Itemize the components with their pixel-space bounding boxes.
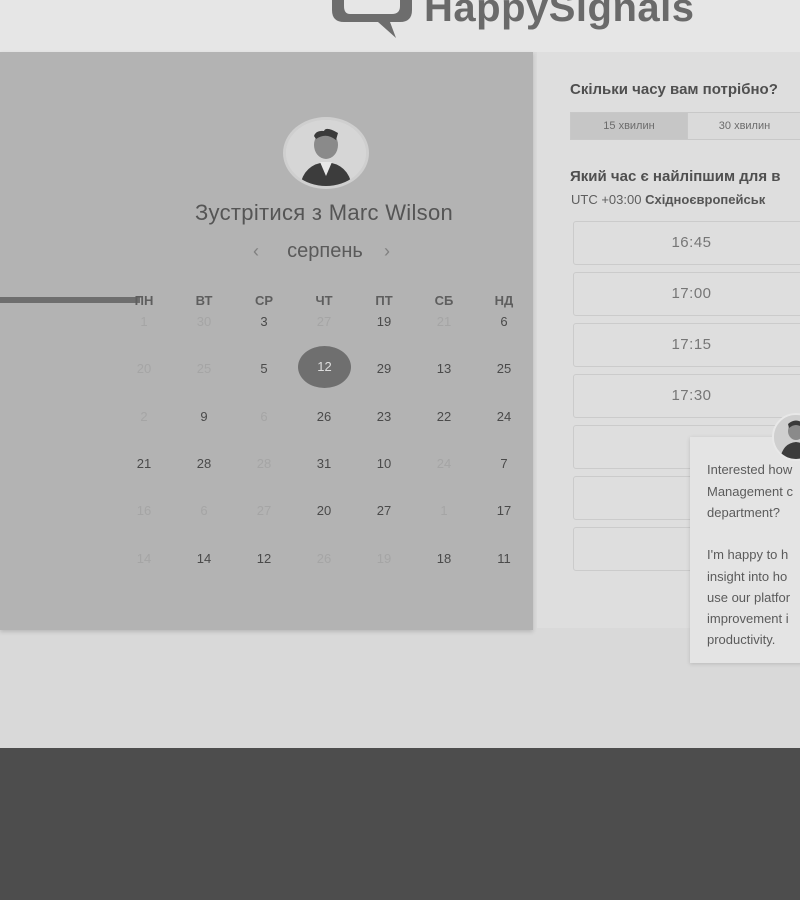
weekday-label: ЧТ [315, 293, 333, 308]
chat-text-line: department? [707, 505, 780, 520]
calendar-day: 6 [260, 409, 268, 424]
timezone-name: Східноєвропейськ [645, 192, 766, 207]
calendar-day: 28 [256, 456, 272, 471]
brand-logo-text: HappySignals [424, 0, 695, 30]
chat-text-line: improvement i [707, 611, 789, 626]
timezone-label[interactable]: UTC +03:00 Східноєвропейськ [571, 192, 765, 207]
weekday-label: НД [494, 293, 514, 308]
month-navigation: ‹ серпень › [250, 240, 400, 266]
weekday-label: ПТ [375, 293, 393, 308]
calendar-day: 1 [140, 314, 148, 329]
time-slot-button[interactable]: 17:30 [573, 374, 800, 418]
calendar-day: 6 [200, 503, 208, 518]
calendar-day[interactable]: 17 [484, 503, 524, 518]
time-slot-button[interactable]: 17:00 [573, 272, 800, 316]
weekday-label: ВТ [195, 293, 213, 308]
duration-15-button[interactable]: 15 хвилин [570, 112, 688, 140]
calendar-day[interactable]: 29 [364, 361, 404, 376]
calendar-day: 19 [376, 551, 392, 566]
chat-text-line: use our platfor [707, 590, 791, 605]
time-question: Який час є найліпшим для в [570, 168, 781, 185]
calendar-day-label: 12 [317, 359, 332, 374]
calendar-day: 27 [316, 314, 332, 329]
weekday-label: СР [254, 293, 274, 308]
timezone-offset: UTC +03:00 [571, 192, 642, 207]
calendar-day[interactable]: 19 [364, 314, 404, 329]
calendar-day: 24 [436, 456, 452, 471]
host-avatar [283, 117, 369, 189]
chat-text-line: productivity. [707, 632, 776, 647]
duration-question: Скільки часу вам потрібно? [570, 81, 778, 98]
page-footer-band [0, 748, 800, 900]
calendar-day: 20 [136, 361, 152, 376]
calendar-day: 26 [316, 551, 332, 566]
top-header: HappySignals [0, 0, 800, 52]
calendar-day[interactable]: 13 [424, 361, 464, 376]
calendar-day[interactable]: 22 [424, 409, 464, 424]
calendar-day[interactable]: 21 [124, 456, 164, 471]
month-label: серпень [287, 240, 363, 262]
calendar-day[interactable]: 5 [244, 361, 284, 376]
calendar-day: 2 [140, 409, 148, 424]
calendar-day[interactable]: 6 [484, 314, 524, 329]
calendar-panel [0, 52, 533, 630]
weekday-label: СБ [434, 293, 454, 308]
calendar-day[interactable]: 25 [484, 361, 524, 376]
time-slot-button[interactable]: 16:45 [573, 221, 800, 265]
person-photo-icon [286, 120, 366, 186]
calendar-day[interactable]: 18 [424, 551, 464, 566]
chat-text-line: I'm happy to h [707, 547, 789, 562]
calendar-day[interactable]: 26 [304, 409, 344, 424]
duration-30-button[interactable]: 30 хвилин [687, 112, 800, 140]
time-slot-button[interactable]: 17:15 [573, 323, 800, 367]
person-photo-icon [774, 415, 800, 459]
calendar-day[interactable]: 24 [484, 409, 524, 424]
calendar-day[interactable]: 7 [484, 456, 524, 471]
chat-text-line: Interested how [707, 462, 793, 477]
calendar-day[interactable]: 3 [244, 314, 284, 329]
calendar-day[interactable]: 20 [304, 503, 344, 518]
calendar-day[interactable]: 9 [184, 409, 224, 424]
calendar-day: 30 [196, 314, 212, 329]
calendar-day[interactable]: 14 [184, 551, 224, 566]
calendar-day: 21 [436, 314, 452, 329]
calendar-day[interactable]: 28 [184, 456, 224, 471]
calendar-day: 25 [196, 361, 212, 376]
calendar-day[interactable]: 10 [364, 456, 404, 471]
calendar-day[interactable]: 23 [364, 409, 404, 424]
calendar-day: 16 [136, 503, 152, 518]
calendar-day: 27 [256, 503, 272, 518]
calendar-day: 1 [440, 503, 448, 518]
calendar-day[interactable]: 12 [244, 551, 284, 566]
chevron-right-icon[interactable]: › [384, 241, 390, 262]
calendar-day-selected[interactable]: 12 [298, 346, 351, 388]
chat-text-line: Management c [707, 484, 793, 499]
loading-progress-bar [0, 297, 140, 303]
duration-selector: 15 хвилин 30 хвилин [570, 112, 800, 140]
calendar-day[interactable]: 31 [304, 456, 344, 471]
speech-bubble-icon [332, 0, 412, 38]
calendar-day: 14 [136, 551, 152, 566]
chat-text-line: insight into ho [707, 569, 788, 584]
weekday-label: ПН [134, 293, 154, 308]
calendar-day[interactable]: 11 [484, 551, 524, 566]
calendar-day[interactable]: 27 [364, 503, 404, 518]
